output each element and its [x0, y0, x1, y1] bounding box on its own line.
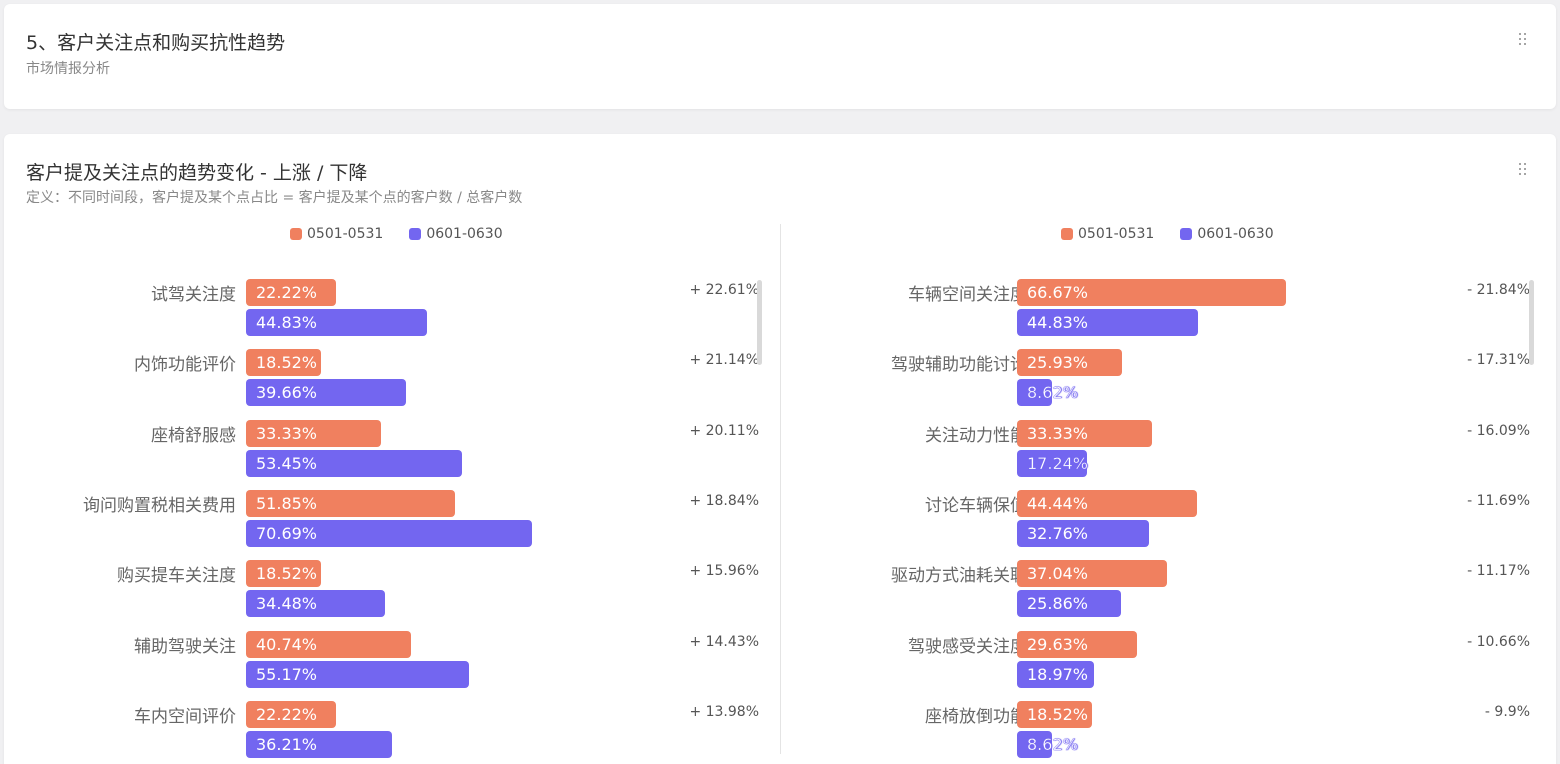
section-header-card: 5、客户关注点和购买抗性趋势 市场情报分析 — [4, 4, 1556, 109]
chart-row: 询问购置税相关费用 51.85% 70.69% + 18.84% — [4, 435, 774, 547]
category-label: 车内空间评价 — [134, 706, 236, 727]
falling-chart: 0501-0531 0601-0630 车辆空间关注度 66.67% 44.83% - 2… — [784, 224, 1556, 764]
chart-row: 座椅放倒功能 18.52% 8.62% - 9.9% — [784, 646, 1556, 758]
chart-row: 座椅舒服感 33.33% 53.45% + 20.11% — [4, 365, 774, 477]
rising-chart: 0501-0531 0601-0630 试驾关注度 22.22% 44.83% + 22.… — [4, 224, 774, 764]
section-subtitle: 市场情报分析 — [26, 61, 110, 77]
category-label: 座椅放倒功能 — [925, 706, 1027, 727]
trend-chart-card: 客户提及关注点的趋势变化 - 上涨 / 下降 定义：不同时间段，客户提及某个点占… — [4, 134, 1556, 764]
bar-value-label: 18.52% — [1027, 704, 1089, 724]
section-title: 5、客户关注点和购买抗性趋势 — [26, 32, 286, 54]
chart-row: 购买提车关注度 18.52% 34.48% + 15.96% — [4, 505, 774, 618]
chart-row: 车辆空间关注度 66.67% 44.83% - 21.84% — [784, 224, 1556, 336]
drag-handle-icon[interactable] — [1518, 32, 1528, 48]
bar-period-a[interactable]: 22.22% — [246, 700, 336, 728]
bar-value-label: 22.22% — [256, 704, 318, 724]
bar-value-label: 36.21% — [256, 734, 318, 754]
chart-row: 关注动力性能 33.33% 17.24% - 16.09% — [784, 365, 1556, 477]
chart-row: 车内空间评价 22.22% 36.21% + 13.98% — [4, 646, 774, 758]
chart-row: 驾驶感受关注度 29.63% 18.97% - 10.66% — [784, 576, 1556, 688]
chart-row: 驱动方式油耗关联 37.04% 25.86% - 11.17% — [784, 505, 1556, 618]
chart-row: 试驾关注度 22.22% 44.83% + 22.61% — [4, 224, 774, 336]
bar-period-b[interactable]: 8.62% — [1017, 730, 1078, 758]
bar-period-a[interactable]: 18.52% — [1017, 700, 1092, 728]
chart-card-title: 客户提及关注点的趋势变化 - 上涨 / 下降 — [26, 162, 368, 184]
bar-value-label: 8.62% — [1027, 734, 1078, 754]
scrollbar-thumb[interactable] — [1529, 280, 1534, 365]
chart-row: 驾驶辅助功能讨论 25.93% 8.62% - 17.31% — [784, 294, 1556, 407]
chart-row: 讨论车辆保值 44.44% 32.76% - 11.69% — [784, 435, 1556, 547]
chart-row: 内饰功能评价 18.52% 39.66% + 21.14% — [4, 294, 774, 407]
chart-row: 辅助驾驶关注 40.74% 55.17% + 14.43% — [4, 576, 774, 688]
chart-card-definition: 定义：不同时间段，客户提及某个点占比 = 客户提及某个点的客户数 / 总客户数 — [26, 190, 523, 206]
change-value: - 9.9% — [1484, 703, 1530, 720]
bar-period-b[interactable]: 36.21% — [246, 730, 393, 758]
drag-handle-icon[interactable] — [1518, 162, 1528, 178]
